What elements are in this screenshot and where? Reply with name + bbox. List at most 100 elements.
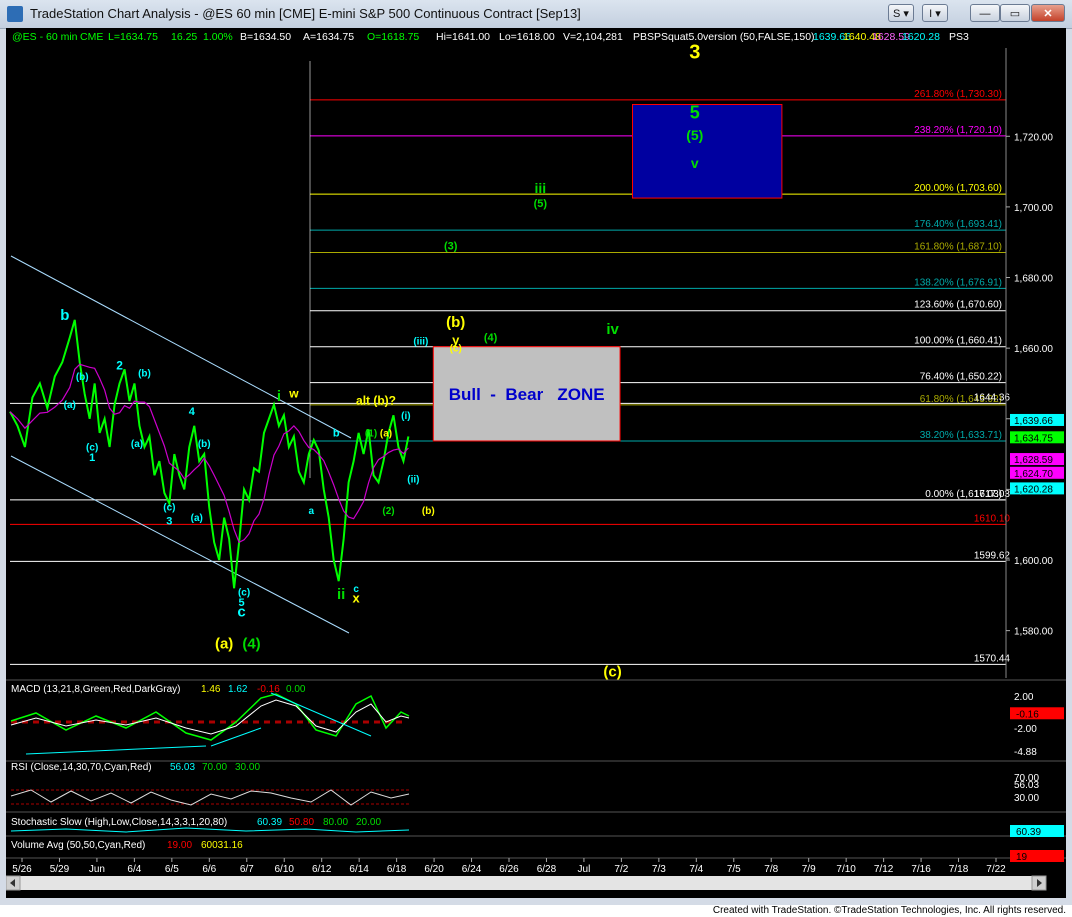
chart-svg[interactable]: @ES - 60 min CME L=1634.75 16.25 1.00% B… [5, 28, 1066, 898]
volume-value-1: 19.00 [167, 840, 192, 851]
wave-label-13: alt (b)? [356, 394, 396, 408]
wave-label-45: (c) [603, 664, 621, 681]
time-tick-label-25: 7/18 [949, 864, 969, 875]
header-bid: B=1634.50 [240, 31, 291, 43]
title-bar: TradeStation Chart Analysis - @ES 60 min… [0, 0, 1072, 29]
fib-label-0: 261.80% (1,730.30) [914, 89, 1002, 100]
price-tick-label-6: 1,700.00 [1014, 203, 1053, 214]
stoch-panel: Stochastic Slow (High,Low,Close,14,3,3,1… [10, 817, 1064, 838]
wave-label-7: (b) [446, 314, 465, 331]
price-tick-label-4: 1,660.00 [1014, 344, 1053, 355]
time-tick-label-17: 7/3 [652, 864, 666, 875]
wave-label-26: 1 [89, 452, 95, 464]
time-tick-label-4: 6/5 [165, 864, 179, 875]
wave-label-14: (i) [401, 411, 410, 422]
wave-label-32: (a) [191, 513, 203, 524]
price-tick-label-0: 1,580.00 [1014, 627, 1053, 638]
wave-label-31: 3 [166, 516, 172, 528]
minimize-button[interactable]: — [970, 4, 1000, 22]
fib-label-8: 76.40% (1,650.22) [920, 372, 1002, 383]
wave-label-24: (b) [138, 368, 151, 379]
time-tick-label-18: 7/4 [689, 864, 703, 875]
macd-badge: -0.16 [1016, 709, 1039, 720]
header-ind-value-4: 1620.28 [902, 31, 940, 43]
price-line [9, 319, 410, 589]
macd-value-3: -0.16 [257, 684, 280, 695]
price-tick-label-5: 1,680.00 [1014, 274, 1053, 285]
close-button[interactable]: ✕ [1031, 4, 1065, 22]
volume-value-2: 60031.16 [201, 840, 243, 851]
fib-label-5: 138.20% (1,676.91) [914, 277, 1002, 288]
s-menu-button[interactable]: S ▾ [888, 4, 914, 22]
wave-label-29: (b) [198, 439, 211, 450]
chart-area[interactable]: @ES - 60 min CME L=1634.75 16.25 1.00% B… [5, 28, 1066, 898]
macd-tick-1: -2.00 [1014, 724, 1037, 735]
macd-signal-line [10, 699, 410, 735]
wave-label-28: (a) [131, 439, 143, 450]
macd-axis: 2.00 -2.00 -4.88 -0.16 [1010, 692, 1064, 758]
time-axis: 5/26 5/29 Jun 6/4 6/5 6/6 6/7 6/10 6/12 6/14 6/18 6… [12, 858, 1006, 875]
header-pct: 1.00% [203, 31, 233, 43]
macd-panel: MACD (13,21,8,Green,Red,DarkGray) 1.46 1… [10, 684, 1064, 758]
scrollbar-track[interactable] [6, 876, 1046, 890]
time-tick-label-2: Jun [89, 864, 105, 875]
price-badge-1: 1,634.75 [1014, 433, 1053, 444]
macd-value-4: 0.00 [286, 684, 306, 695]
rsi-label: RSI (Close,14,30,70,Cyan,Red) [11, 762, 152, 773]
time-tick-label-23: 7/12 [874, 864, 894, 875]
stoch-k-line [10, 827, 410, 833]
macd-divergence-line-2 [210, 727, 262, 747]
price-badge-3: 1,624.70 [1014, 469, 1053, 480]
wave-label-36: a [309, 506, 315, 517]
macd-value-2: 1.62 [228, 684, 248, 695]
header-high: Hi=1641.00 [436, 31, 490, 43]
horizontal-scrollbar[interactable] [5, 875, 1047, 891]
header-exchange: CME [80, 31, 103, 43]
wave-label-2: (5) [686, 127, 703, 143]
time-tick-label-0: 5/26 [12, 864, 32, 875]
trend-channel-upper [10, 255, 352, 439]
wave-label-0: 3 [689, 42, 700, 64]
header-change: 16.25 [171, 31, 197, 43]
macd-value-1: 1.46 [201, 684, 221, 695]
wave-label-15: (1) [365, 428, 377, 439]
header-low: Lo=1618.00 [499, 31, 555, 43]
fib-label-10: 38.20% (1,633.71) [920, 430, 1002, 441]
price-tick-label-1: 1,600.00 [1014, 556, 1053, 567]
rsi-value-2: 70.00 [202, 762, 227, 773]
header-last: L=1634.75 [108, 31, 158, 43]
wave-label-33: i [277, 388, 281, 405]
wave-label-16: (a) [380, 428, 392, 439]
time-tick-label-9: 6/14 [349, 864, 369, 875]
wave-label-35: b [333, 427, 340, 439]
macd-label: MACD (13,21,8,Green,Red,DarkGray) [11, 684, 181, 695]
macd-line [10, 693, 410, 741]
level-label-0: 1644.36 [974, 392, 1011, 403]
volume-panel: Volume Avg (50,50,Cyan,Red) 19.00 60031.… [11, 840, 1064, 863]
time-tick-label-16: 7/2 [614, 864, 628, 875]
price-badge-2: 1,628.59 [1014, 455, 1053, 466]
time-tick-label-20: 7/8 [764, 864, 778, 875]
i-menu-button[interactable]: I ▾ [922, 4, 948, 22]
wave-label-30: (c) [163, 503, 175, 514]
wave-label-39: x [352, 590, 360, 605]
stoch-badge: 60.39 [1016, 827, 1041, 838]
wave-label-21: (b) [76, 372, 89, 383]
header-volume: V=2,104,281 [563, 31, 623, 43]
wave-label-3: v [691, 155, 699, 171]
status-bar: Created with TradeStation. ©TradeStation… [0, 905, 1072, 917]
maximize-button[interactable]: ▭ [1000, 4, 1030, 22]
stoch-value-4: 20.00 [356, 817, 381, 828]
header-symbol: @ES - 60 min [12, 31, 78, 43]
fib-label-6: 123.60% (1,670.60) [914, 300, 1002, 311]
macd-tick-2: -4.88 [1014, 747, 1037, 758]
fib-label-2: 200.00% (1,703.60) [914, 183, 1002, 194]
wave-label-20: b [60, 307, 69, 324]
wave-label-11: iv [606, 321, 619, 338]
footer-credit: Created with TradeStation. ©TradeStation… [712, 905, 1066, 916]
time-tick-label-14: 6/28 [537, 864, 557, 875]
chart-header: @ES - 60 min CME L=1634.75 16.25 1.00% B… [12, 31, 969, 43]
rsi-tick-2: 30.00 [1014, 793, 1039, 804]
time-tick-label-8: 6/12 [312, 864, 332, 875]
wave-label-19: (b) [422, 506, 435, 517]
